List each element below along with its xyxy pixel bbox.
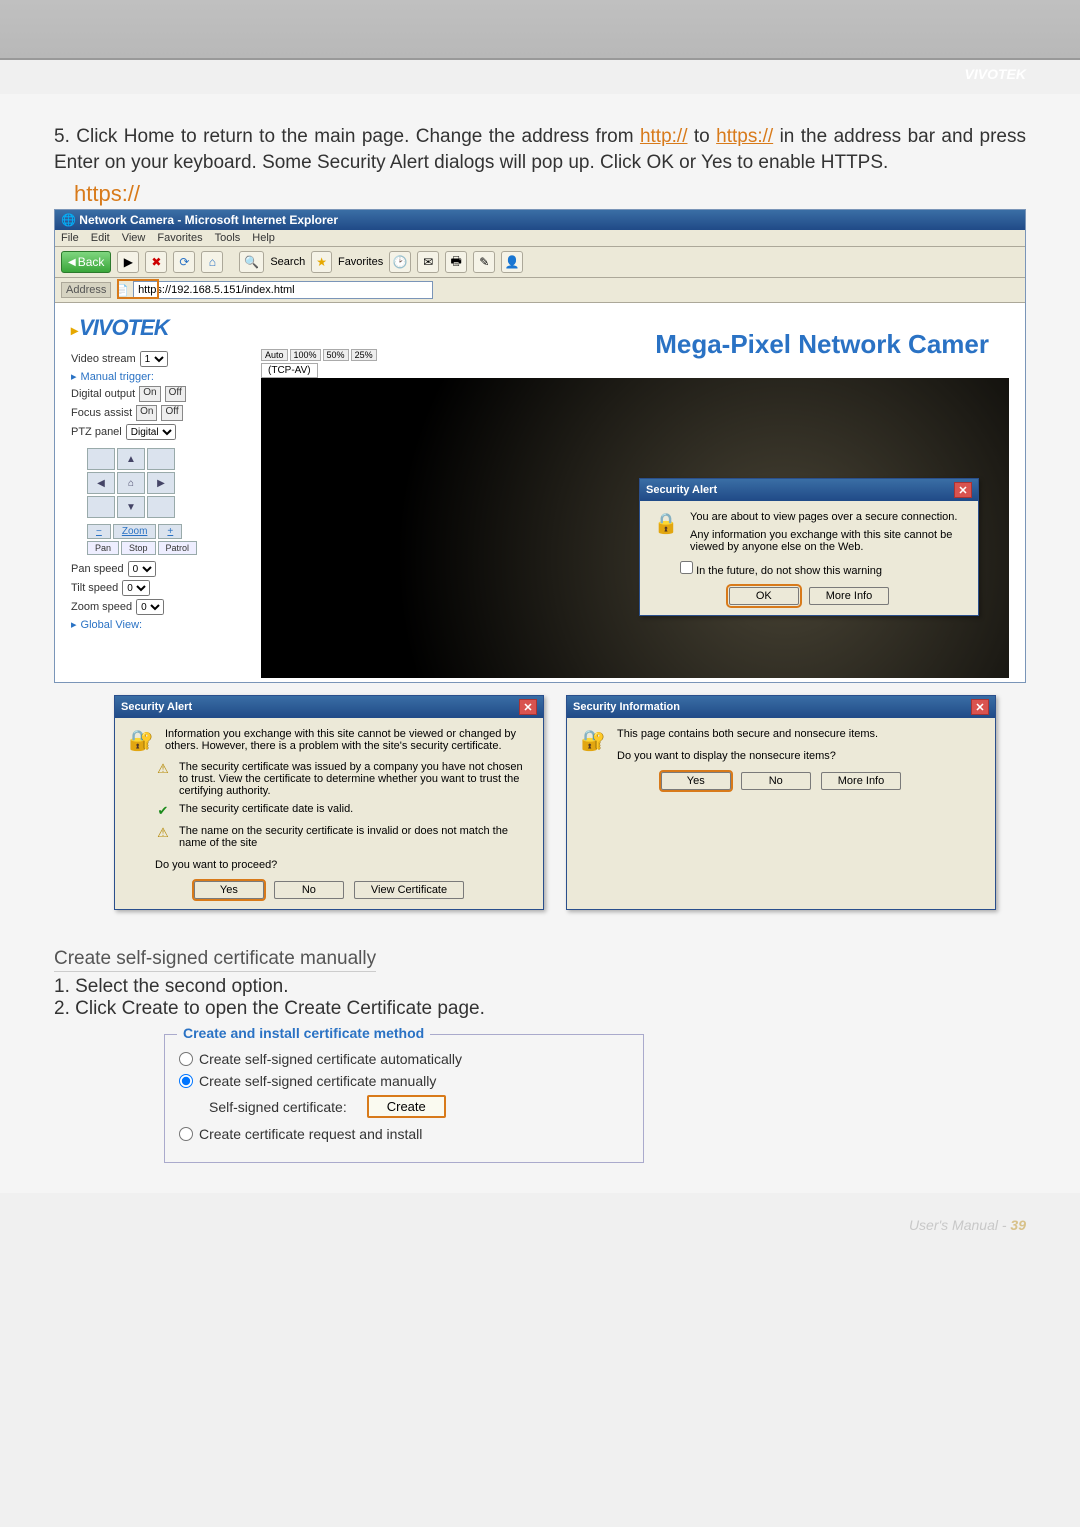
more-info-button[interactable]: More Info [821, 772, 901, 790]
ie-menubar[interactable]: FileEditViewFavoritesToolsHelp [55, 230, 1025, 247]
yes-button[interactable]: Yes [194, 881, 264, 899]
security-alert-dialog-2: Security Alert ✕ 🔐 Information you excha… [114, 695, 544, 910]
no-button[interactable]: No [741, 772, 811, 790]
pan-button[interactable]: Pan [87, 541, 119, 555]
step-2: 2. Click Create to open the Create Certi… [54, 998, 1026, 1020]
view-cert-button[interactable]: View Certificate [354, 881, 464, 899]
zoom-out-button[interactable]: − [87, 524, 111, 539]
stop-button[interactable]: ✖ [145, 251, 167, 273]
zoom-speed-select[interactable]: 0 [136, 599, 164, 615]
security-information-dialog: Security Information ✕ 🔐 This page conta… [566, 695, 996, 910]
create-button[interactable]: Create [367, 1095, 446, 1118]
self-signed-label: Self-signed certificate: [209, 1099, 347, 1115]
http-link[interactable]: http:// [640, 126, 688, 147]
warning-icon: ⚠ [155, 761, 171, 777]
page-title: Mega-Pixel Network Camer [655, 329, 989, 360]
vivotek-logo: VIVOTEK [71, 315, 261, 341]
https-callout: https:// [74, 181, 1026, 207]
no-button[interactable]: No [274, 881, 344, 899]
warning-icon: ⚠ [155, 825, 171, 841]
tilt-speed-select[interactable]: 0 [122, 580, 150, 596]
video-stream-select[interactable]: 1 [140, 351, 168, 367]
check-icon: ✔ [155, 803, 171, 819]
cert-legend: Create and install certificate method [177, 1025, 430, 1041]
pan-speed-select[interactable]: 0 [128, 561, 156, 577]
favorites-icon[interactable]: ★ [311, 251, 332, 273]
forward-button[interactable]: ▶ [117, 251, 139, 273]
home-button[interactable]: ⌂ [201, 251, 223, 273]
search-icon[interactable]: 🔍 [239, 251, 264, 273]
camera-sidebar: VIVOTEK Video stream 1 ▸ Manual trigger:… [71, 315, 261, 678]
back-button[interactable]: Back [61, 251, 111, 273]
ok-button[interactable]: OK [729, 587, 799, 605]
security-alert-dialog-1: Security Alert ✕ 🔒 You are about to view… [639, 478, 979, 616]
ie-window: 🌐 Network Camera - Microsoft Internet Ex… [54, 209, 1026, 683]
ie-toolbar[interactable]: Back ▶ ✖ ⟳ ⌂ 🔍Search ★Favorites 🕑 ✉ 🖶 ✎ … [55, 247, 1025, 278]
bullet-icon: 🌐 [61, 213, 79, 227]
close-icon[interactable]: ✕ [971, 699, 989, 715]
refresh-button[interactable]: ⟳ [173, 251, 195, 273]
https-link[interactable]: https:// [716, 126, 773, 147]
history-icon[interactable]: 🕑 [389, 251, 411, 273]
tcp-label: (TCP-AV) [261, 363, 318, 378]
more-info-button[interactable]: More Info [809, 587, 889, 605]
print-icon[interactable]: 🖶 [445, 251, 467, 273]
ptz-home-icon: ⌂ [117, 472, 145, 494]
edit-icon[interactable]: ✎ [473, 251, 495, 273]
fa-off-button[interactable]: Off [161, 405, 182, 421]
ptz-left-icon: ◀ [87, 472, 115, 494]
section-heading: Create self-signed certificate manually [54, 948, 376, 972]
cert-option-request[interactable]: Create certificate request and install [179, 1126, 629, 1142]
zoom-label: Zoom [113, 524, 157, 539]
address-label: Address [61, 282, 111, 298]
dont-show-checkbox[interactable]: In the future, do not show this warning [680, 565, 882, 577]
ie-titlebar: 🌐 Network Camera - Microsoft Internet Ex… [55, 210, 1025, 230]
ptz-pad[interactable]: ▲ ◀⌂▶ ▼ [87, 448, 177, 518]
step-1: 1. Select the second option. [54, 976, 1026, 998]
ptz-right-icon: ▶ [147, 472, 175, 494]
yes-button[interactable]: Yes [661, 772, 731, 790]
patrol-button[interactable]: Patrol [158, 541, 198, 555]
ptz-down-icon: ▼ [117, 496, 145, 518]
brand-label: VIVOTEK [965, 66, 1026, 82]
close-icon[interactable]: ✕ [954, 482, 972, 498]
ptz-up-icon: ▲ [117, 448, 145, 470]
cert-option-manual[interactable]: Create self-signed certificate manually [179, 1073, 629, 1089]
page-footer: User's Manual - 39 [0, 1193, 1080, 1243]
stop-ptz-button[interactable]: Stop [121, 541, 156, 555]
address-input[interactable] [133, 281, 433, 299]
do-off-button[interactable]: Off [165, 386, 186, 402]
cert-option-auto[interactable]: Create self-signed certificate automatic… [179, 1051, 629, 1067]
lock-warn-icon: 🔐 [579, 728, 607, 753]
lock-info-icon: 🔒 [652, 511, 680, 536]
do-on-button[interactable]: On [139, 386, 160, 402]
zoom-in-button[interactable]: + [158, 524, 182, 539]
mail-icon[interactable]: ✉ [417, 251, 439, 273]
msgr-icon[interactable]: 👤 [501, 251, 523, 273]
step5-text: 5. Click Home to return to the main page… [54, 124, 1026, 175]
lock-warn-icon: 🔐 [127, 728, 155, 753]
certificate-method-box: Create and install certificate method Cr… [164, 1034, 644, 1163]
close-icon[interactable]: ✕ [519, 699, 537, 715]
ptz-mode-select[interactable]: Digital [126, 424, 176, 440]
page-icon: 📄 [115, 284, 129, 297]
fa-on-button[interactable]: On [136, 405, 157, 421]
video-frame: Security Alert ✕ 🔒 You are about to view… [261, 378, 1009, 678]
